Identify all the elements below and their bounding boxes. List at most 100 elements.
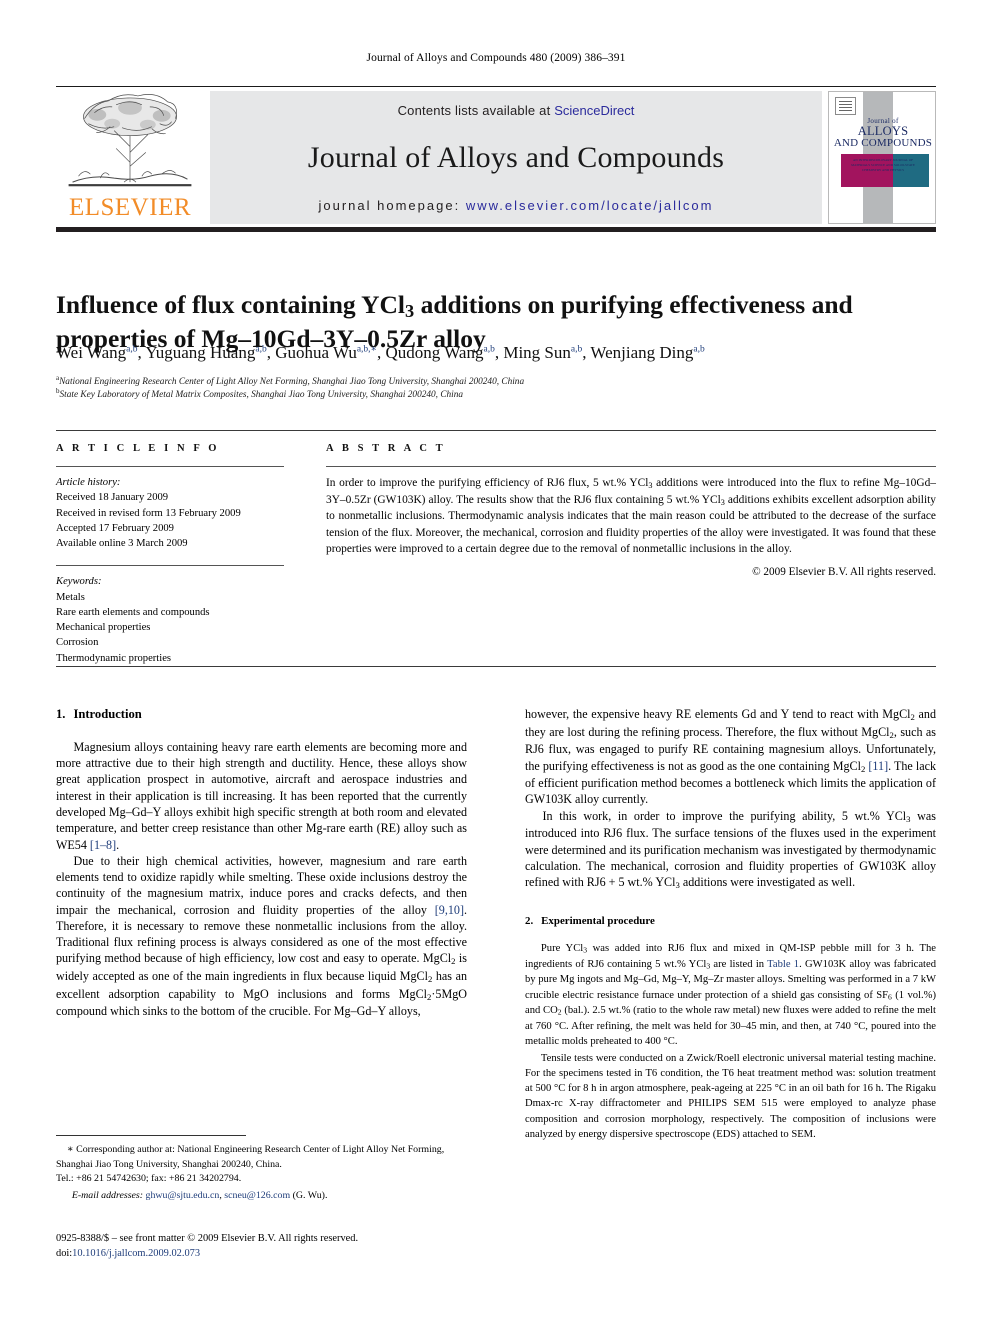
cover-elsevier-mark-icon	[835, 97, 856, 115]
section-heading-experimental: 2. Experimental procedure	[525, 914, 936, 930]
abstract-heading: A B S T R A C T	[326, 443, 446, 454]
contact-tel: Tel.: +86 21 54742630; fax: +86 21 34202…	[56, 1172, 242, 1184]
citation-ref[interactable]: [11]	[868, 759, 888, 773]
cover-subtitle: AN INTERDISCIPLINARY JOURNAL OF MATERIAL…	[851, 158, 915, 173]
article-title-part2: additions on purifying effectiveness and	[414, 290, 853, 320]
article-info-heading: A R T I C L E I N F O	[56, 443, 220, 454]
author-affiliation-marker: a,b	[255, 344, 267, 355]
cover-title: Journal of ALLOYS AND COMPOUNDS	[829, 117, 935, 149]
article-history-block: Article history: Received 18 January 200…	[56, 475, 284, 551]
email-link-secondary[interactable]: scneu@126.com	[224, 1190, 290, 1201]
masthead-center-panel: Contents lists available at ScienceDirec…	[210, 91, 822, 224]
article-history-item: Accepted 17 February 2009	[56, 522, 174, 534]
journal-title: Journal of Alloys and Compounds	[307, 141, 725, 174]
doi-link[interactable]: 10.1016/j.jallcom.2009.02.073	[72, 1248, 200, 1259]
author-name: Wenjiang Dinga,b	[590, 343, 705, 362]
affiliation-b: bState Key Laboratory of Metal Matrix Co…	[56, 386, 936, 403]
article-info-divider	[56, 466, 284, 467]
email-addresses-line: E-mail addresses: ghwu@sjtu.edu.cn, scne…	[56, 1189, 467, 1203]
keyword-item: Corrosion	[56, 637, 99, 649]
author-name: Qudong Wanga,b	[385, 343, 495, 362]
experimental-paragraph-2: Tensile tests were conducted on a Zwick/…	[525, 1052, 936, 1140]
running-head: Journal of Alloys and Compounds 480 (200…	[366, 52, 626, 64]
author-name: Ming Suna,b	[503, 343, 583, 362]
asterisk-marker: ∗	[66, 1144, 74, 1155]
elsevier-logo: ELSEVIER	[56, 91, 204, 224]
table-ref[interactable]: Table 1	[767, 959, 799, 970]
corresponding-author-text: Corresponding author at: National Engine…	[56, 1144, 445, 1170]
author-name: Guohua Wua,b,∗	[275, 343, 378, 362]
author-affiliation-marker: a,b	[570, 344, 583, 355]
info-band-top-rule	[56, 430, 936, 431]
doi-line: doi:10.1016/j.jallcom.2009.02.073	[56, 1247, 486, 1262]
homepage-label: journal homepage:	[318, 198, 466, 213]
contents-available-line: Contents lists available at ScienceDirec…	[398, 103, 635, 118]
body-column-right: however, the expensive heavy RE elements…	[525, 706, 936, 1142]
experimental-paragraph-1: Pure YCl3 was added into RJ6 flux and mi…	[525, 941, 936, 1049]
elsevier-wordmark: ELSEVIER	[68, 194, 192, 221]
journal-cover-thumbnail: Journal of ALLOYS AND COMPOUNDS AN INTER…	[828, 91, 936, 224]
intro-p2-tail: . Therefore, it is necessary to remove t…	[56, 902, 467, 1019]
article-history-item: Received in revised form 13 February 200…	[56, 507, 241, 519]
abstract-divider	[326, 466, 936, 467]
info-band-bottom-rule	[56, 666, 936, 667]
journal-masthead: ELSEVIER Contents lists available at Sci…	[56, 86, 936, 232]
article-info-column: A R T I C L E I N F O Article history: R…	[56, 443, 284, 666]
email-label: E-mail addresses:	[71, 1190, 144, 1202]
article-history-item: Received 18 January 2009	[56, 492, 169, 504]
intro-paragraph-4: In this work, in order to improve the pu…	[525, 808, 936, 890]
article-title-subscript: 3	[405, 301, 415, 322]
article-title-part1: Influence of flux containing YCl	[56, 290, 405, 320]
author-list: Wei Wanga,b, Yuguang Huanga,b, Guohua Wu…	[56, 343, 705, 362]
keywords-block: Keywords: Metals Rare earth elements and…	[56, 574, 284, 666]
intro-paragraph-3: however, the expensive heavy RE elements…	[525, 706, 936, 808]
body-column-left: 1. Introduction Magnesium alloys containi…	[56, 706, 467, 1020]
citation-ref[interactable]: [1–8]	[90, 838, 116, 852]
homepage-url-link[interactable]: www.elsevier.com/locate/jallcom	[466, 198, 714, 213]
exp-p1-tail: . GW103K alloy was fabricated by pure Mg…	[525, 958, 936, 1047]
keywords-label: Keywords:	[56, 576, 102, 588]
abstract-text: In order to improve the purifying effici…	[326, 477, 936, 556]
section-number: 1.	[56, 707, 66, 721]
email-suffix: (G. Wu).	[290, 1190, 328, 1202]
keywords-divider	[56, 565, 284, 567]
author-affiliation-marker: a,b,∗	[356, 344, 378, 355]
keyword-item: Metals	[56, 591, 85, 603]
contents-prefix: Contents lists available at	[397, 103, 555, 118]
section-title: Experimental procedure	[541, 914, 655, 927]
section-title: Introduction	[73, 707, 142, 721]
section-heading-introduction: 1. Introduction	[56, 706, 467, 723]
footnote-rule	[56, 1135, 246, 1136]
section-number: 2.	[525, 914, 534, 927]
email-link-primary[interactable]: ghwu@sjtu.edu.cn	[146, 1190, 220, 1201]
footnote-block: ∗ Corresponding author at: National Engi…	[56, 1143, 467, 1204]
intro-p1-tail: .	[116, 837, 120, 852]
masthead-top-rule	[56, 86, 936, 87]
author-affiliation-marker: a,b	[126, 344, 138, 355]
intro-p2-text: Due to their high chemical activities, h…	[56, 853, 467, 917]
journal-homepage-line: journal homepage: www.elsevier.com/locat…	[319, 198, 714, 213]
intro-paragraph-2: Due to their high chemical activities, h…	[56, 853, 467, 1020]
experimental-section: 2. Experimental procedure Pure YCl3 was a…	[525, 914, 936, 1142]
masthead-bottom-rule	[56, 227, 936, 232]
article-history-label: Article history:	[56, 477, 121, 488]
sciencedirect-link[interactable]: ScienceDirect	[554, 103, 634, 118]
issn-doi-footer: 0925-8388/$ – see front matter © 2009 El…	[56, 1232, 486, 1262]
doi-label: doi:	[56, 1247, 73, 1259]
journal-article-page: Journal of Alloys and Compounds 480 (200…	[0, 0, 992, 1323]
abstract-column: A B S T R A C T In order to improve the …	[326, 443, 936, 578]
cover-title-line3: AND COMPOUNDS	[833, 136, 933, 149]
elsevier-tree-icon	[68, 94, 192, 187]
abstract-copyright: © 2009 Elsevier B.V. All rights reserved…	[752, 566, 936, 579]
article-history-item: Available online 3 March 2009	[56, 538, 188, 549]
cover-title-line2: ALLOYS	[857, 124, 909, 139]
author-affiliation-marker: a,b	[693, 344, 705, 355]
affiliation-b-text: State Key Laboratory of Metal Matrix Com…	[59, 390, 464, 401]
corresponding-author-note: ∗ Corresponding author at: National Engi…	[56, 1143, 467, 1172]
intro-p1-text: Magnesium alloys containing heavy rare e…	[56, 739, 467, 852]
citation-ref[interactable]: [9,10]	[435, 903, 464, 917]
keyword-item: Rare earth elements and compounds	[56, 606, 210, 618]
keyword-item: Thermodynamic properties	[56, 652, 172, 664]
keyword-item: Mechanical properties	[56, 622, 151, 633]
author-affiliation-marker: a,b	[483, 344, 495, 355]
